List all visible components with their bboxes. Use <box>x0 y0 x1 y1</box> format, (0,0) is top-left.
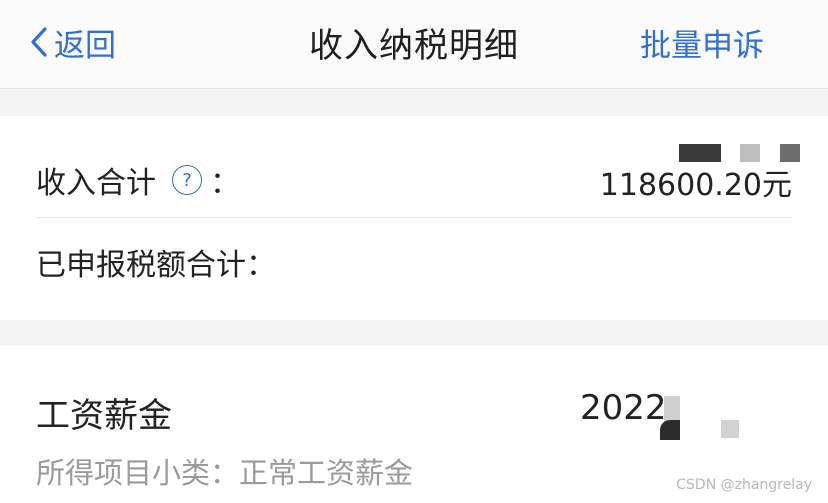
batch-appeal-button[interactable]: 批量申诉 <box>640 20 764 65</box>
redacted-block <box>740 144 760 162</box>
section-separator <box>0 320 828 346</box>
nav-bar: 返回 收入纳税明细 批量申诉 <box>0 0 828 89</box>
declared-tax-total-label: 已申报税额合计： <box>36 248 276 283</box>
redacted-block <box>660 420 680 440</box>
income-total-value: 118600.20元 <box>599 168 792 203</box>
section-separator <box>0 89 828 116</box>
income-total-row: 收入合计 ? ： 118600.20元 <box>36 158 792 203</box>
income-total-label-group: 收入合计 ? ： <box>36 158 240 202</box>
redacted-block <box>721 420 739 438</box>
question-circle-icon[interactable]: ? <box>172 165 202 195</box>
redacted-block <box>679 144 721 162</box>
income-category-title: 工资薪金 <box>36 396 172 436</box>
row-divider <box>36 217 792 218</box>
income-period-year: 2022 <box>580 388 667 428</box>
redacted-block <box>780 144 800 162</box>
income-subcategory: 所得项目小类：正常工资薪金 <box>36 456 414 490</box>
watermark: CSDN @zhangrelay <box>676 477 812 493</box>
income-total-label: 收入合计 <box>36 166 156 201</box>
income-colon: ： <box>210 166 240 201</box>
